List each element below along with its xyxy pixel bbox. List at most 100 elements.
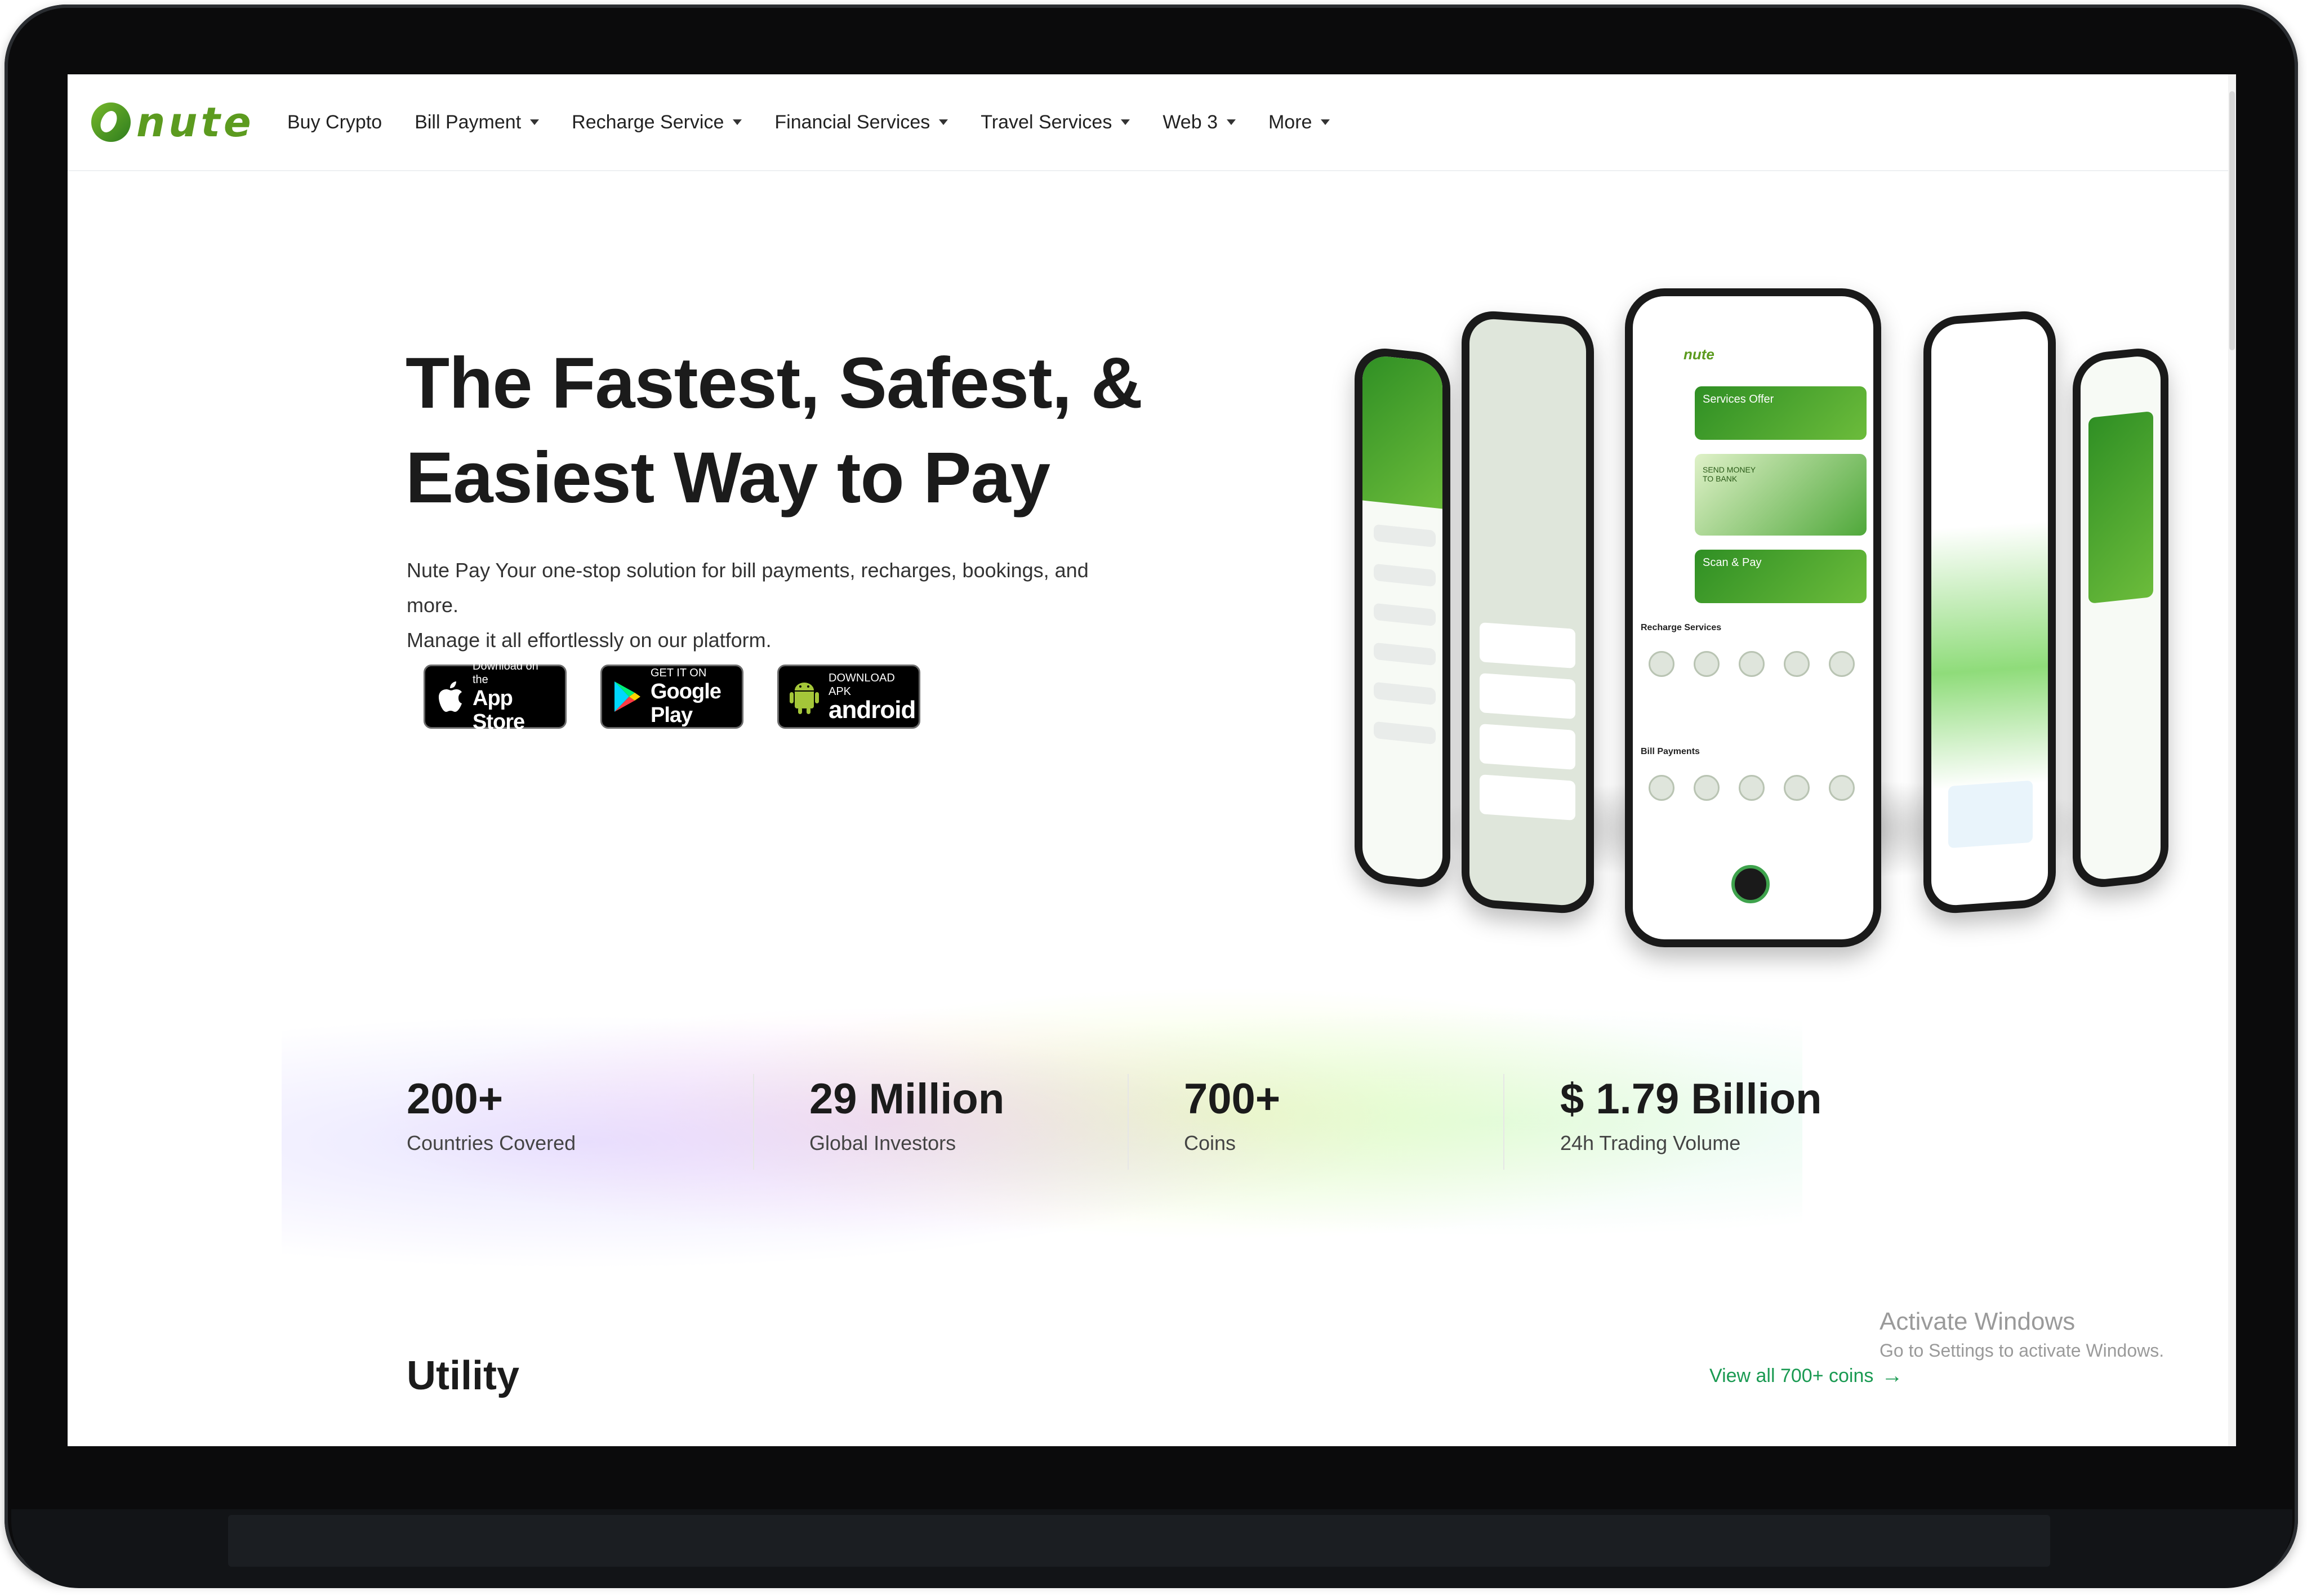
stat-divider — [1128, 1074, 1129, 1170]
utility-heading: Utility — [407, 1353, 520, 1398]
coin-row — [1480, 774, 1575, 821]
scrollbar-thumb[interactable] — [2229, 91, 2235, 350]
monitor-illustration — [1948, 780, 2033, 849]
page-scrollbar[interactable] — [2228, 74, 2236, 1446]
caret-down-icon — [1121, 119, 1130, 125]
nav-travel-services[interactable]: Travel Services — [981, 112, 1130, 133]
nav-buy-crypto[interactable]: Buy Crypto — [287, 112, 382, 133]
stat-divider — [753, 1074, 754, 1170]
landline-icon — [1829, 775, 1855, 801]
view-all-coins-link[interactable]: View all 700+ coins → — [1709, 1364, 1903, 1388]
apple-icon — [435, 677, 464, 716]
phone-screen: nute Services Offer SEND MONEY TO BANK S… — [1633, 296, 1873, 939]
nute-logo[interactable]: nute — [91, 97, 255, 148]
stat-value: 29 Million — [809, 1075, 1005, 1123]
phone-green-card — [2088, 411, 2153, 604]
caret-down-icon — [1226, 119, 1236, 125]
browser-viewport: nute Buy Crypto Bill Payment Recharge Se… — [68, 74, 2236, 1446]
nav-label: Bill Payment — [415, 111, 522, 133]
recharge-services-heading: Recharge Services — [1641, 623, 1722, 632]
coin-row — [1480, 673, 1575, 719]
send-money-card: SEND MONEY TO BANK — [1695, 454, 1867, 536]
electricity-icon — [1649, 775, 1674, 801]
placeholder-row — [1374, 721, 1436, 745]
phone-mockup-right-far — [2073, 345, 2168, 890]
stat-divider — [1503, 1074, 1504, 1170]
nav-more[interactable]: More — [1268, 112, 1330, 133]
phone-mockup-center: nute Services Offer SEND MONEY TO BANK S… — [1625, 288, 1881, 947]
stat-value: $ 1.79 Billion — [1560, 1075, 1822, 1123]
placeholder-row — [1374, 603, 1436, 627]
coin-row — [1480, 724, 1575, 770]
broadband-icon — [1784, 775, 1810, 801]
nav-label: Buy Crypto — [287, 111, 382, 133]
store-big-text: Google Play — [651, 680, 722, 727]
phone-mockup-left-far — [1355, 345, 1450, 890]
hero-desc-line-1: Nute Pay Your one-stop solution for bill… — [407, 559, 1089, 617]
nav-label: Financial Services — [774, 111, 930, 133]
stat-trading-volume: $ 1.79 Billion 24h Trading Volume — [1560, 1074, 1822, 1209]
nav-web3[interactable]: Web 3 — [1163, 112, 1236, 133]
android-icon — [789, 677, 820, 716]
app-store-buttons: Download on the App Store GET IT ON Goog… — [424, 660, 920, 734]
bill-payments-heading: Bill Payments — [1641, 747, 1700, 756]
nav-label: More — [1268, 111, 1312, 133]
nav-recharge-service[interactable]: Recharge Service — [572, 112, 742, 133]
fastag-icon — [1739, 651, 1765, 677]
stat-label: Coins — [1184, 1131, 1236, 1154]
scan-pay-card: Scan & Pay — [1695, 550, 1867, 603]
water-icon — [1739, 775, 1765, 801]
caret-down-icon — [530, 119, 540, 125]
phone-screen — [1469, 317, 1586, 907]
store-big-text: App Store — [473, 686, 525, 734]
main-menu: Buy Crypto Bill Payment Recharge Service… — [287, 74, 1362, 170]
phone-mockup-left — [1462, 309, 1594, 916]
stat-value: 200+ — [407, 1075, 504, 1123]
hero-title: The Fastest, Safest, & Easiest Way to Pa… — [406, 336, 1194, 525]
top-navbar: nute Buy Crypto Bill Payment Recharge Se… — [68, 74, 2228, 171]
placeholder-row — [1374, 524, 1436, 548]
metro-icon — [1784, 651, 1810, 677]
watermark-line-1: Activate Windows — [1880, 1308, 2076, 1335]
scan-pay-label: Scan & Pay — [1703, 556, 1762, 569]
hero-title-line-2: Easiest Way to Pay — [406, 438, 1050, 518]
services-offer-card: Services Offer — [1695, 386, 1867, 440]
stat-investors: 29 Million Global Investors — [809, 1074, 1004, 1209]
mobile-icon — [1649, 651, 1674, 677]
phone-screen — [1931, 317, 2048, 907]
hero-desc-line-2: Manage it all effortlessly on our platfo… — [407, 628, 772, 652]
hero-title-line-1: The Fastest, Safest, & — [406, 343, 1143, 423]
scan-fab-icon — [1731, 865, 1770, 903]
app-phones-illustration: nute Services Offer SEND MONEY TO BANK S… — [1295, 215, 2197, 1015]
send-money-label: SEND MONEY TO BANK — [1703, 465, 1756, 483]
placeholder-row — [1374, 642, 1436, 666]
services-offer-label: Services Offer — [1703, 393, 1774, 405]
stat-coins: 700+ Coins — [1184, 1074, 1280, 1209]
android-apk-button[interactable]: DOWNLOAD APK android — [777, 665, 920, 729]
stat-label: 24h Trading Volume — [1560, 1131, 1741, 1154]
caret-down-icon — [733, 119, 742, 125]
nav-bill-payment[interactable]: Bill Payment — [415, 111, 540, 133]
nav-label: Web 3 — [1163, 111, 1218, 133]
app-store-button[interactable]: Download on the App Store — [424, 660, 567, 734]
google-play-button[interactable]: GET IT ON Google Play — [600, 665, 743, 729]
phone-logo-text: nute — [1684, 346, 1714, 363]
placeholder-row — [1374, 681, 1436, 706]
logo-text: nute — [136, 99, 255, 146]
nav-financial-services[interactable]: Financial Services — [774, 112, 948, 133]
view-all-label: View all 700+ coins — [1709, 1365, 1874, 1387]
coin-row — [1480, 622, 1575, 668]
stats-row: 200+ Countries Covered 29 Million Global… — [407, 1074, 1927, 1209]
caret-down-icon — [1321, 119, 1330, 125]
dth-icon — [1694, 651, 1720, 677]
placeholder-row — [1374, 563, 1436, 587]
store-small-text: Download on the — [473, 660, 538, 686]
leaf-logo-icon — [91, 102, 131, 142]
stat-label: Countries Covered — [407, 1131, 576, 1154]
nav-label: Travel Services — [981, 111, 1112, 133]
store-small-text: DOWNLOAD APK — [829, 672, 895, 698]
stat-label: Global Investors — [809, 1131, 956, 1154]
phone-screen — [2081, 354, 2161, 882]
gas-icon — [1694, 775, 1720, 801]
datacard-icon — [1829, 651, 1855, 677]
